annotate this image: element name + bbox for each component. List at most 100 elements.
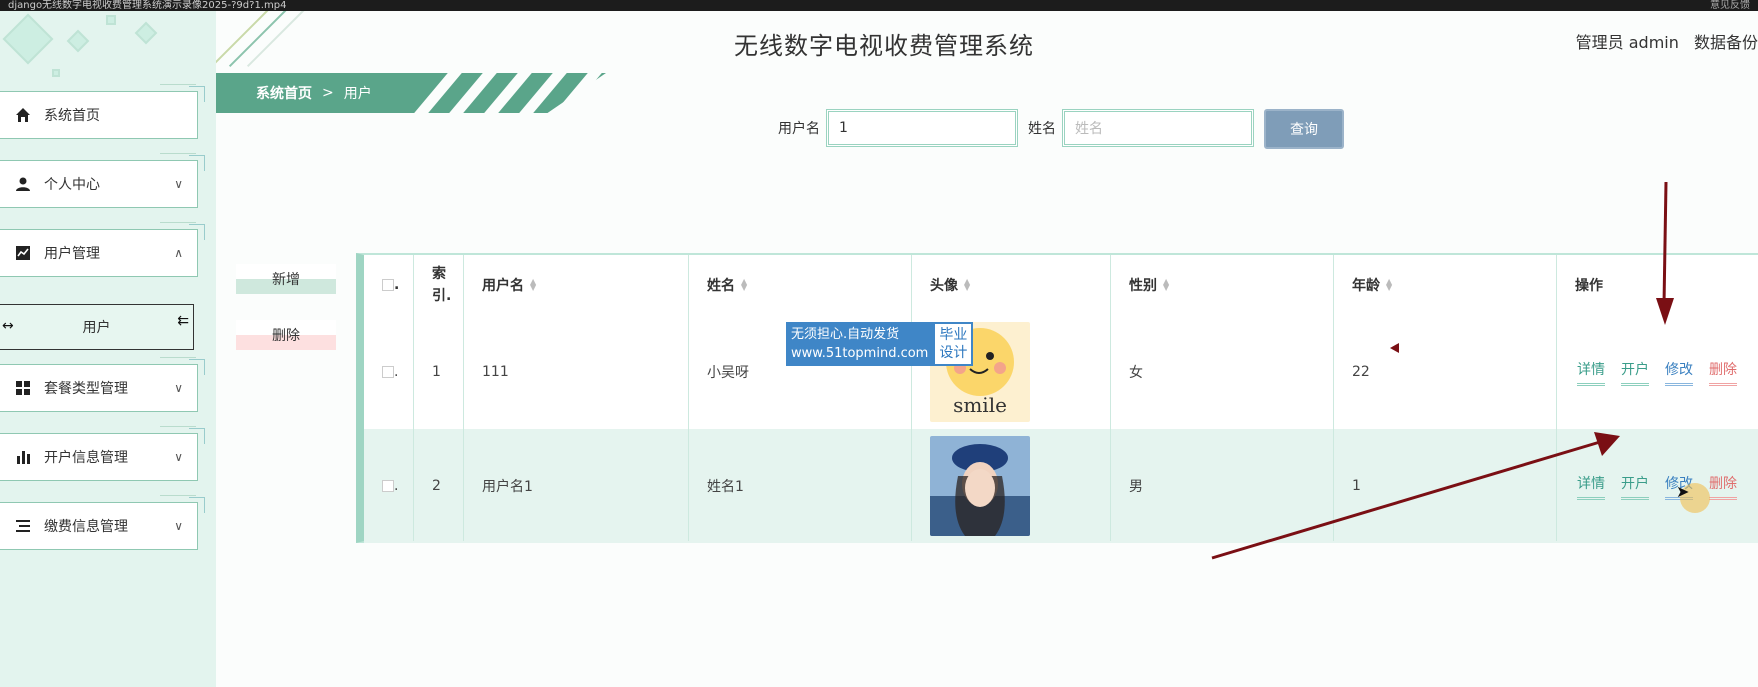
sort-icon[interactable]: ▲ ▼ [964,278,970,292]
watermark-tag: 毕业 设计 [933,322,974,366]
sidebar-item-label: 缴费信息管理 [44,519,128,535]
menu-corner [189,428,205,444]
window-title: django无线数字电视收费管理系统演示录像2025-?9d?1.mp4 [8,0,287,11]
name-search-input[interactable]: 姓名 [1062,109,1254,147]
chevron-up-icon: ∧ [174,246,183,260]
open-account-button[interactable]: 开户 [1621,473,1649,500]
sidebar-decoration [106,15,116,25]
sidebar-item-payment[interactable]: 缴费信息管理 ∨ [0,495,205,550]
search-username-group: 用户名 1 [778,109,1018,147]
row-avatar [912,429,1030,543]
select-all-checkbox[interactable] [382,279,394,291]
sidebar-item-label: 系统首页 [44,108,100,124]
sidebar-item-label: 个人中心 [44,177,100,193]
sidebar-item-label: 开户信息管理 [44,450,128,466]
menu-corner [189,359,205,375]
header-ops: 操作 [1575,278,1603,294]
name-label: 姓名 [1028,121,1056,137]
row-ops: 详情 开户 修改 删除 [1557,429,1753,543]
sidebar-decoration [134,21,158,45]
header-name[interactable]: 姓名 ▲ ▼ [689,255,747,315]
bar-chart-icon [14,448,32,466]
chevron-down-icon: ∨ [174,177,183,191]
open-account-button[interactable]: 开户 [1621,359,1649,386]
header-check[interactable]: . [364,255,414,315]
sidebar-decoration [66,29,90,53]
admin-label: 管理员 admin [1575,33,1679,52]
chevron-down-icon: ∨ [174,450,183,464]
main-area: 无线数字电视收费管理系统 管理员 admin 数据备份 系统首页 > 用户 用户… [216,11,1758,687]
feedback-button[interactable]: 意见反馈 [1710,0,1750,11]
detail-button[interactable]: 详情 [1577,473,1605,500]
delete-button[interactable]: 删除 [236,320,336,350]
row-index: 1 [432,364,441,380]
mouse-pointer-icon: ➤ [1676,482,1690,501]
row-checkbox[interactable] [382,480,394,492]
sidebar: 系统首页 个人中心 ∨ 用户管理 ∧ ↔ 用户 ⇇ 套餐类型管理 ∨ 开户信息管… [0,11,216,687]
row-check[interactable]: . [364,315,398,429]
home-icon [14,106,32,124]
menu-corner [189,224,205,240]
row-check[interactable]: . [364,429,398,543]
sidebar-subitem-user[interactable]: ↔ 用户 ⇇ [0,304,194,350]
row-ops: 详情 开户 修改 删除 [1557,315,1753,429]
sidebar-item-label: 用户管理 [44,246,100,262]
window-titlebar: django无线数字电视收费管理系统演示录像2025-?9d?1.mp4 意见反… [0,0,1758,11]
row-username: 用户名1 [482,479,533,495]
arrow-left-icon: ⇇ [177,313,189,329]
page-title: 无线数字电视收费管理系统 [734,32,1034,60]
username-label: 用户名 [778,121,820,137]
menu-corner [189,86,205,102]
sort-icon[interactable]: ▲ ▼ [530,278,536,292]
row-age: 22 [1352,364,1370,380]
sidebar-item-personal[interactable]: 个人中心 ∨ [0,153,205,208]
watermark-text: 无须担心.自动发货 www.51topmind.com [786,322,934,366]
sidebar-decoration [2,13,54,65]
add-button[interactable]: 新增 [236,264,336,294]
search-button[interactable]: 查询 [1264,109,1344,149]
breadcrumb-home[interactable]: 系统首页 [256,83,312,103]
row-name: 小吴呀 [707,365,749,381]
chart-icon [14,244,32,262]
edit-button[interactable]: 修改 [1665,359,1693,386]
header-index: 索引. [432,266,452,304]
menu-corner [189,155,205,171]
sort-icon[interactable]: ▲ ▼ [741,278,747,292]
table-row: . 2 用户名1 姓名1 男 1 详情 开户 修改 删除 [364,429,1758,543]
remove-button[interactable]: 删除 [1709,473,1737,500]
menu-corner [189,497,205,513]
data-backup-link[interactable]: 数据备份 [1694,33,1758,52]
username-search-input[interactable]: 1 [826,109,1018,147]
grid-icon [14,379,32,397]
row-checkbox[interactable] [382,366,394,378]
user-table: . 索引. 用户名 ▲ ▼ 姓名 ▲ ▼ 头像 ▲ ▼ 性别 ▲ ▼ 年龄 ▲ ▼ 操作 . 1 1… [356,253,1758,543]
breadcrumb-current: 用户 [343,86,372,102]
sidebar-subitem-label: 用户 [82,320,111,336]
sidebar-item-account-opening[interactable]: 开户信息管理 ∨ [0,426,205,481]
chevron-down-icon: ∨ [174,519,183,533]
header-gender[interactable]: 性别 ▲ ▼ [1111,255,1169,315]
sidebar-item-user-management[interactable]: 用户管理 ∧ [0,222,205,277]
svg-text:smile: smile [953,393,1007,417]
header-user-area: 管理员 admin 数据备份 [1566,29,1758,53]
sidebar-item-label: 套餐类型管理 [44,381,128,397]
sort-icon[interactable]: ▲ ▼ [1386,278,1392,292]
arrow-right-icon: ↔ [2,318,14,334]
header-age[interactable]: 年龄 ▲ ▼ [1334,255,1392,315]
detail-button[interactable]: 详情 [1577,359,1605,386]
header-decoration [216,11,326,73]
row-gender: 男 [1129,479,1143,495]
sidebar-item-home[interactable]: 系统首页 [0,84,205,139]
sidebar-item-package-type[interactable]: 套餐类型管理 ∨ [0,357,205,412]
row-age: 1 [1352,478,1361,494]
header-avatar[interactable]: 头像 ▲ ▼ [912,255,970,315]
sort-icon[interactable]: ▲ ▼ [1163,278,1169,292]
list-icon [14,517,32,535]
search-name-group: 姓名 姓名 [1028,109,1254,147]
photo-avatar [930,436,1030,536]
chevron-down-icon: ∨ [174,381,183,395]
row-gender: 女 [1129,365,1143,381]
row-index: 2 [432,478,441,494]
remove-button[interactable]: 删除 [1709,359,1737,386]
header-username[interactable]: 用户名 ▲ ▼ [464,255,536,315]
